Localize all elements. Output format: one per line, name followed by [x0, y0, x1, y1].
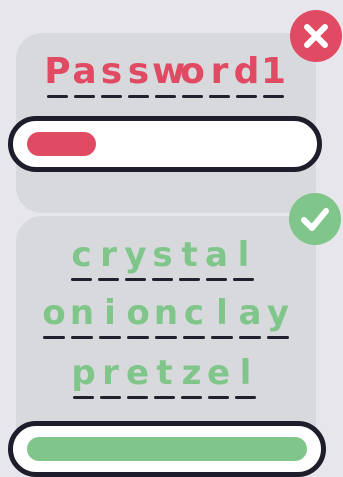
- strong-strength-meter: [8, 421, 326, 477]
- password-letter: e: [125, 353, 150, 399]
- password-letter: o: [124, 293, 152, 339]
- password-letter: 1: [260, 51, 287, 98]
- password-letter: s: [125, 52, 152, 98]
- strong-strength-fill: [27, 437, 307, 461]
- weak-strength-fill: [27, 132, 96, 156]
- password-letter: o: [180, 51, 205, 98]
- password-letter: t: [151, 353, 178, 399]
- password-letter: c: [68, 235, 95, 281]
- weak-password-text: Password1: [44, 51, 287, 98]
- password-letter: s: [149, 235, 176, 281]
- password-letter: a: [72, 51, 97, 98]
- x-icon: [290, 10, 342, 62]
- password-letter: s: [98, 52, 125, 98]
- password-letter: l: [230, 235, 257, 281]
- password-letter: l: [232, 353, 259, 399]
- password-letter: i: [96, 293, 124, 339]
- check-icon: [289, 193, 341, 245]
- password-letter: a: [203, 235, 230, 281]
- password-letter: z: [178, 353, 205, 399]
- password-letter: r: [97, 353, 124, 399]
- password-letter: o: [40, 293, 68, 339]
- password-letter: a: [236, 293, 264, 339]
- password-letter: e: [206, 353, 231, 399]
- password-letter: w: [152, 51, 186, 98]
- password-letter: r: [206, 52, 233, 98]
- password-letter: d: [233, 51, 260, 98]
- passphrase-word-3: pretzel: [70, 353, 259, 399]
- passphrase-word-1: crystal: [68, 235, 257, 281]
- password-letter: p: [71, 353, 96, 399]
- passphrase-word-2: onionclay: [40, 293, 292, 339]
- password-letter: y: [264, 293, 292, 339]
- password-letter: n: [69, 293, 95, 339]
- password-letter: r: [95, 235, 122, 281]
- weak-strength-meter: [8, 116, 322, 172]
- password-letter: l: [208, 293, 236, 339]
- password-letter: n: [153, 293, 179, 339]
- password-letter: P: [44, 51, 71, 98]
- password-letter: c: [180, 293, 208, 339]
- password-letter: y: [122, 235, 149, 281]
- password-letter: t: [176, 235, 203, 281]
